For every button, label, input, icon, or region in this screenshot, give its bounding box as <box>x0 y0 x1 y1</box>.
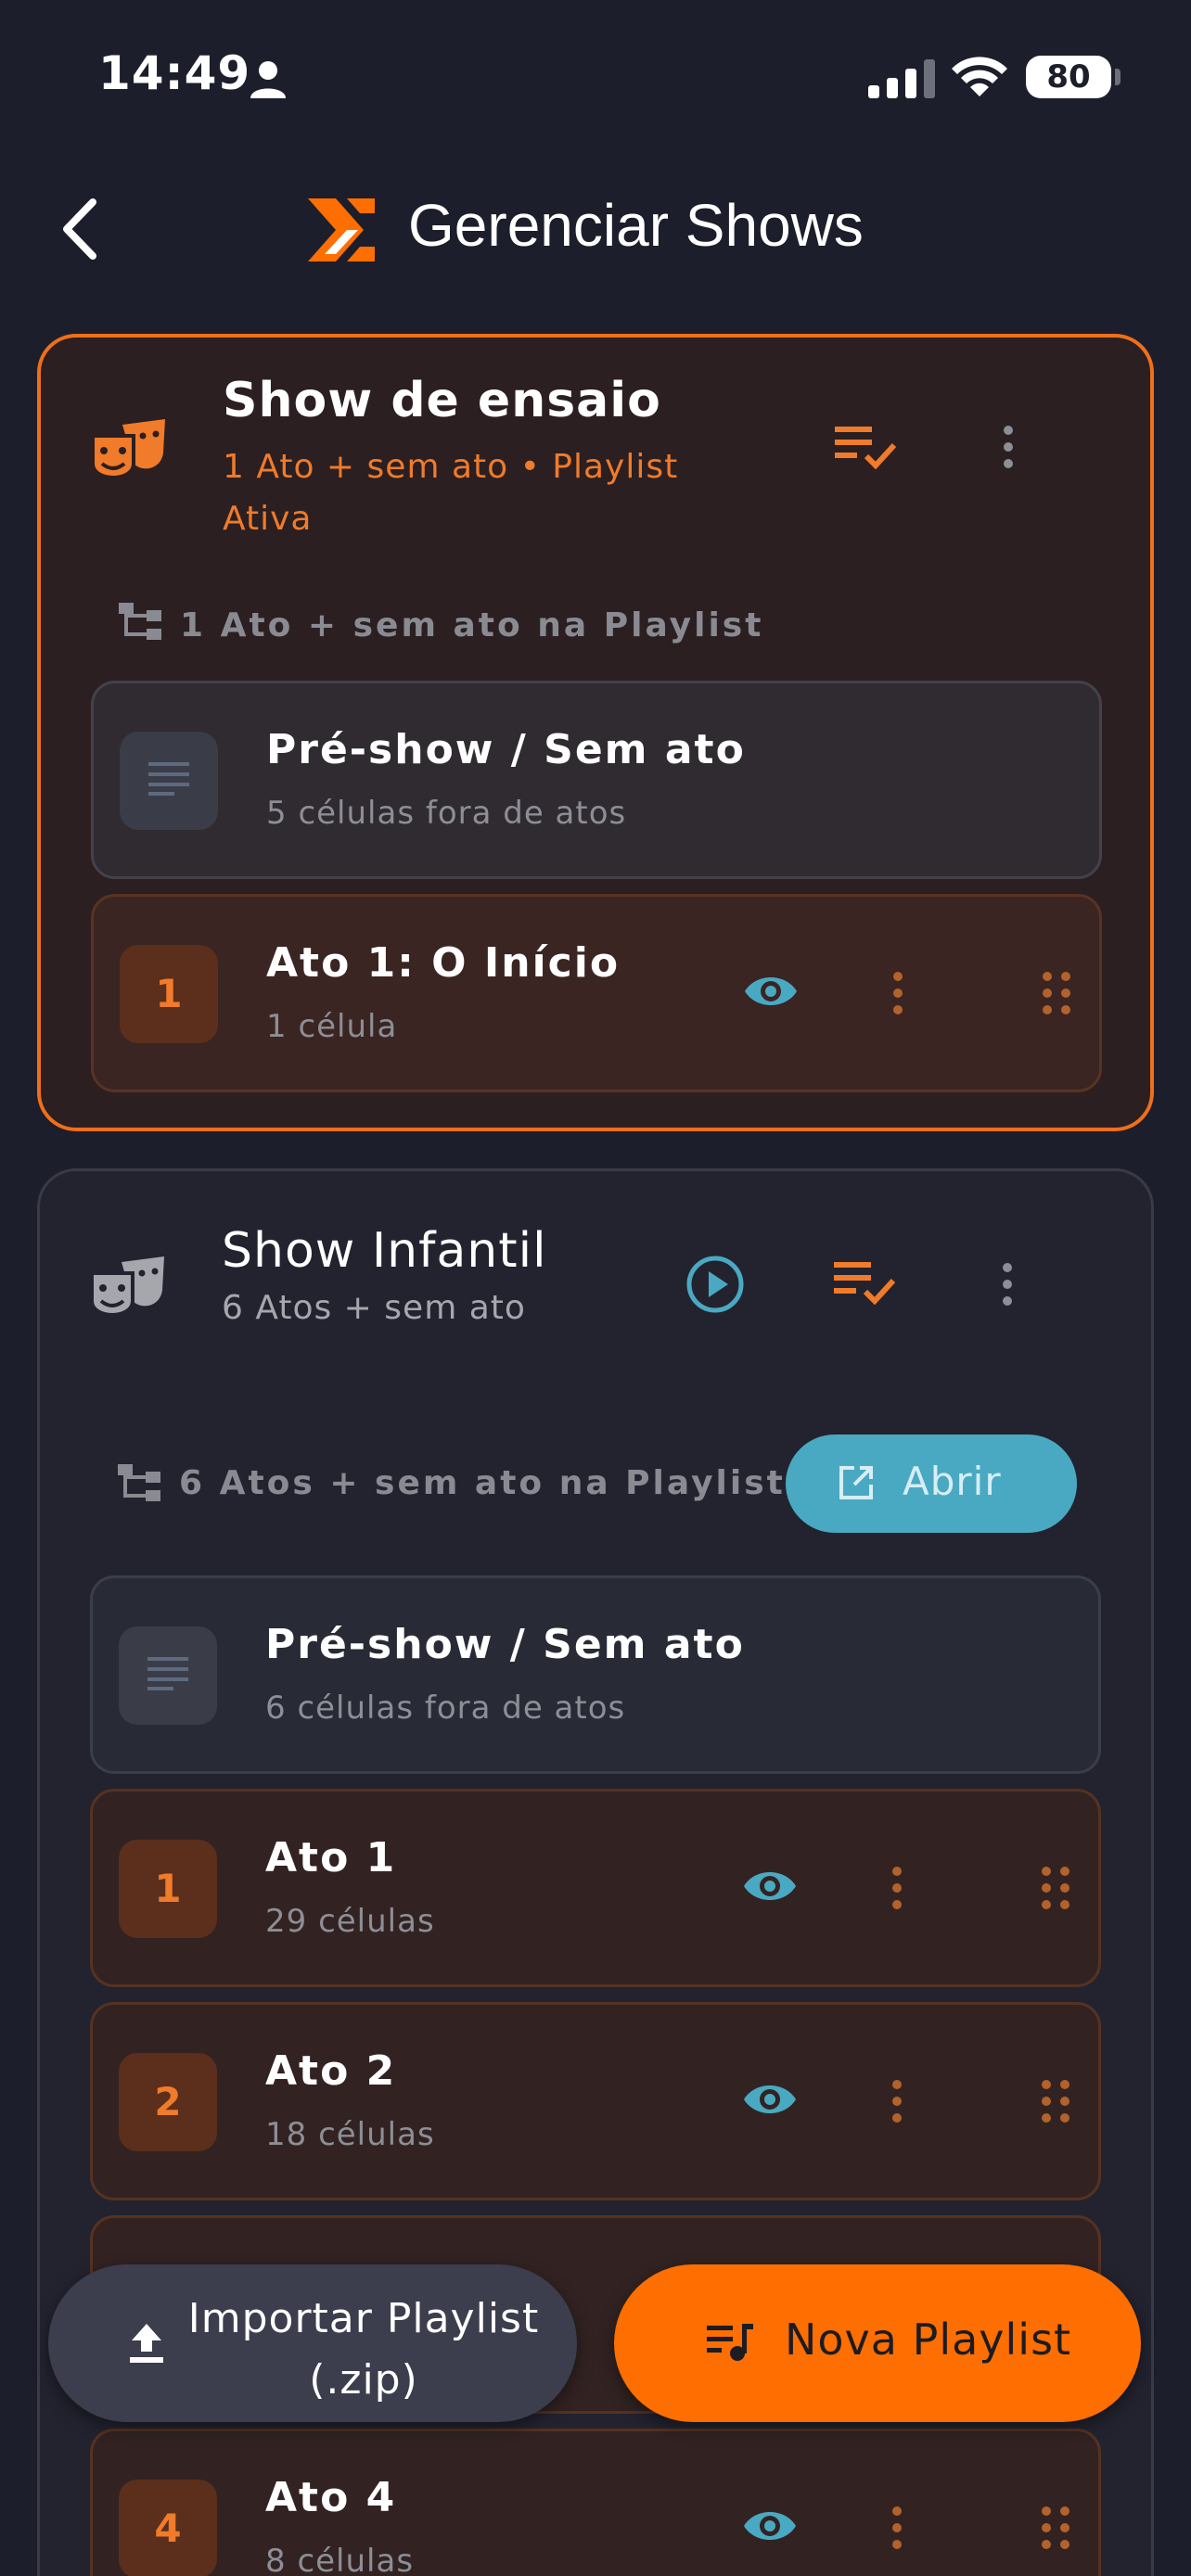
battery-tip <box>1115 69 1121 85</box>
upload-icon <box>130 2324 163 2363</box>
row-title: Pré-show / Sem ato <box>265 1621 745 1668</box>
theater-masks-icon <box>91 419 165 479</box>
eye-icon[interactable] <box>743 971 799 1012</box>
act-number-badge: 1 <box>120 945 218 1043</box>
row-subtitle: 5 células fora de atos <box>266 795 627 832</box>
list-item-act[interactable]: 1 Ato 1 29 células <box>90 1789 1101 1987</box>
more-vertical-icon[interactable] <box>1002 425 1015 469</box>
eye-icon[interactable] <box>742 1866 798 1906</box>
import-playlist-button[interactable]: Importar Playlist (.zip) <box>48 2264 577 2422</box>
more-vertical-icon[interactable] <box>891 971 904 1015</box>
wifi-icon <box>952 57 1007 96</box>
open-button[interactable]: Abrir <box>786 1435 1077 1533</box>
row-title: Pré-show / Sem ato <box>266 726 746 773</box>
list-item-act[interactable]: 2 Ato 2 18 células <box>90 2002 1101 2200</box>
notes-badge <box>120 732 218 830</box>
list-item-preshow[interactable]: Pré-show / Sem ato 5 células fora de ato… <box>91 681 1102 879</box>
row-subtitle: 1 célula <box>266 1008 398 1045</box>
app-logo-icon <box>308 198 375 261</box>
new-playlist-label: Nova Playlist <box>785 2315 1072 2365</box>
row-title: Ato 1 <box>265 1834 397 1881</box>
play-circle-icon[interactable] <box>685 1255 745 1314</box>
person-icon <box>250 61 286 98</box>
list-item-act[interactable]: 4 Ato 4 8 células <box>90 2429 1101 2576</box>
open-button-label: Abrir <box>903 1459 1002 1504</box>
list-item-preshow[interactable]: Pré-show / Sem ato 6 células fora de ato… <box>90 1575 1101 1774</box>
more-vertical-icon[interactable] <box>890 2506 903 2550</box>
theater-masks-icon <box>90 1256 164 1317</box>
notes-icon <box>148 762 189 796</box>
new-playlist-button[interactable]: Nova Playlist <box>614 2264 1141 2422</box>
back-arrow-icon[interactable] <box>58 197 104 261</box>
show-title: Show de ensaio <box>223 373 661 428</box>
more-vertical-icon[interactable] <box>890 1866 903 1910</box>
eye-icon[interactable] <box>742 2506 798 2546</box>
import-playlist-label: Importar Playlist (.zip) <box>187 2295 540 2404</box>
drag-handle-icon[interactable] <box>1041 2079 1070 2123</box>
hierarchy-icon <box>118 1464 160 1501</box>
notes-badge <box>119 1626 217 1725</box>
row-subtitle: 6 células fora de atos <box>265 1690 626 1727</box>
show-title: Show Infantil <box>222 1223 547 1279</box>
battery-indicator: 80 <box>1026 56 1111 98</box>
playlist-check-icon[interactable] <box>835 425 896 469</box>
act-number-badge: 1 <box>119 1840 217 1938</box>
playlist-music-icon <box>707 2324 753 2361</box>
status-time: 14:49 <box>98 46 251 100</box>
drag-handle-icon[interactable] <box>1041 1866 1070 1910</box>
playlist-check-icon[interactable] <box>834 1260 895 1305</box>
row-subtitle: 29 células <box>265 1903 435 1940</box>
row-subtitle: 18 células <box>265 2116 435 2153</box>
eye-icon[interactable] <box>742 2079 798 2120</box>
notes-icon <box>147 1657 188 1690</box>
section-label: 6 Atos + sem ato na Playlist <box>179 1464 786 1502</box>
act-number-badge: 2 <box>119 2053 217 2151</box>
hierarchy-icon <box>119 603 161 640</box>
page-title: Gerenciar Shows <box>408 192 864 259</box>
show-subtitle: 6 Atos + sem ato <box>222 1289 526 1327</box>
row-title: Ato 4 <box>265 2474 397 2521</box>
act-number-badge: 4 <box>119 2480 217 2576</box>
section-label: 1 Ato + sem ato na Playlist <box>180 606 764 644</box>
row-subtitle: 8 células <box>265 2543 415 2576</box>
row-title: Ato 2 <box>265 2047 397 2095</box>
more-vertical-icon[interactable] <box>1001 1262 1014 1307</box>
open-external-icon <box>839 1466 873 1499</box>
more-vertical-icon[interactable] <box>890 2079 903 2123</box>
show-card-ensaio[interactable]: Show de ensaio 1 Ato + sem ato • Playlis… <box>37 334 1154 1131</box>
cellular-signal-icon <box>868 59 935 98</box>
row-title: Ato 1: O Início <box>266 939 621 987</box>
status-bar: 14:49 80 <box>0 0 1191 158</box>
show-subtitle: 1 Ato + sem ato • Playlist Ativa <box>223 448 679 538</box>
list-item-act[interactable]: 1 Ato 1: O Início 1 célula <box>91 894 1102 1092</box>
drag-handle-icon[interactable] <box>1041 2506 1070 2550</box>
drag-handle-icon[interactable] <box>1042 971 1071 1015</box>
